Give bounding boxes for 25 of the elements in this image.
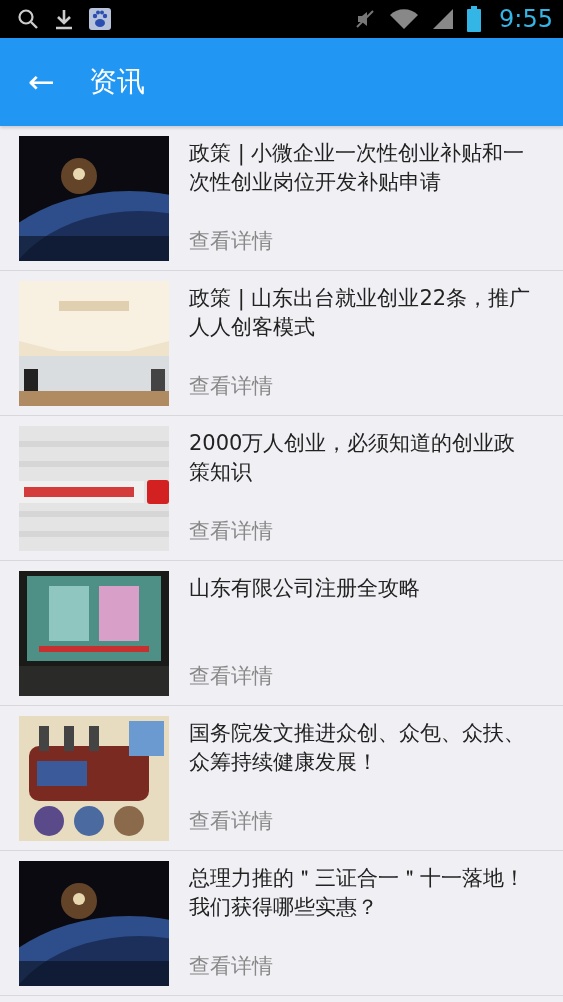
page-title: 资讯: [88, 64, 145, 100]
back-button[interactable]: ←: [22, 66, 61, 98]
search-icon: [16, 7, 40, 31]
view-details-link[interactable]: 查看详情: [189, 661, 273, 690]
article-title: 总理力推的＂三证合一＂十一落地！我们获得哪些实惠？: [189, 864, 526, 921]
view-details-link[interactable]: 查看详情: [189, 226, 273, 255]
wifi-icon: [389, 7, 420, 31]
view-details-link[interactable]: 查看详情: [189, 951, 273, 980]
battery-icon: [467, 6, 482, 32]
article-item[interactable]: 总理力推的＂三证合一＂十一落地！我们获得哪些实惠？ 查看详情: [0, 851, 563, 996]
view-details-link[interactable]: 查看详情: [189, 371, 273, 400]
article-title: 2000万人创业，必须知道的创业政策知识: [189, 429, 517, 486]
view-details-link[interactable]: 查看详情: [189, 516, 273, 545]
article-item[interactable]: 山东有限公司注册全攻略 查看详情: [0, 561, 563, 706]
clock-time: 9:55: [499, 5, 553, 33]
article-title: 政策 | 山东出台就业创业22条，推广人人创客模式: [189, 284, 532, 341]
article-title: 政策 | 小微企业一次性创业补贴和一次性创业岗位开发补贴申请: [189, 139, 526, 196]
article-item[interactable]: 2000万人创业，必须知道的创业政策知识 查看详情: [0, 416, 563, 561]
view-details-link[interactable]: 查看详情: [189, 806, 273, 835]
signal-icon: [431, 7, 456, 31]
article-title: 国务院发文推进众创、众包、众扶、众筹持续健康发展！: [189, 719, 526, 776]
article-item[interactable]: 政策 | 山东出台就业创业22条，推广人人创客模式 查看详情: [0, 271, 563, 416]
article-item[interactable]: 国务院发文推进众创、众包、众扶、众筹持续健康发展！ 查看详情: [0, 706, 563, 851]
paw-app-icon: [88, 7, 112, 31]
article-title: 山东有限公司注册全攻略: [189, 574, 421, 602]
